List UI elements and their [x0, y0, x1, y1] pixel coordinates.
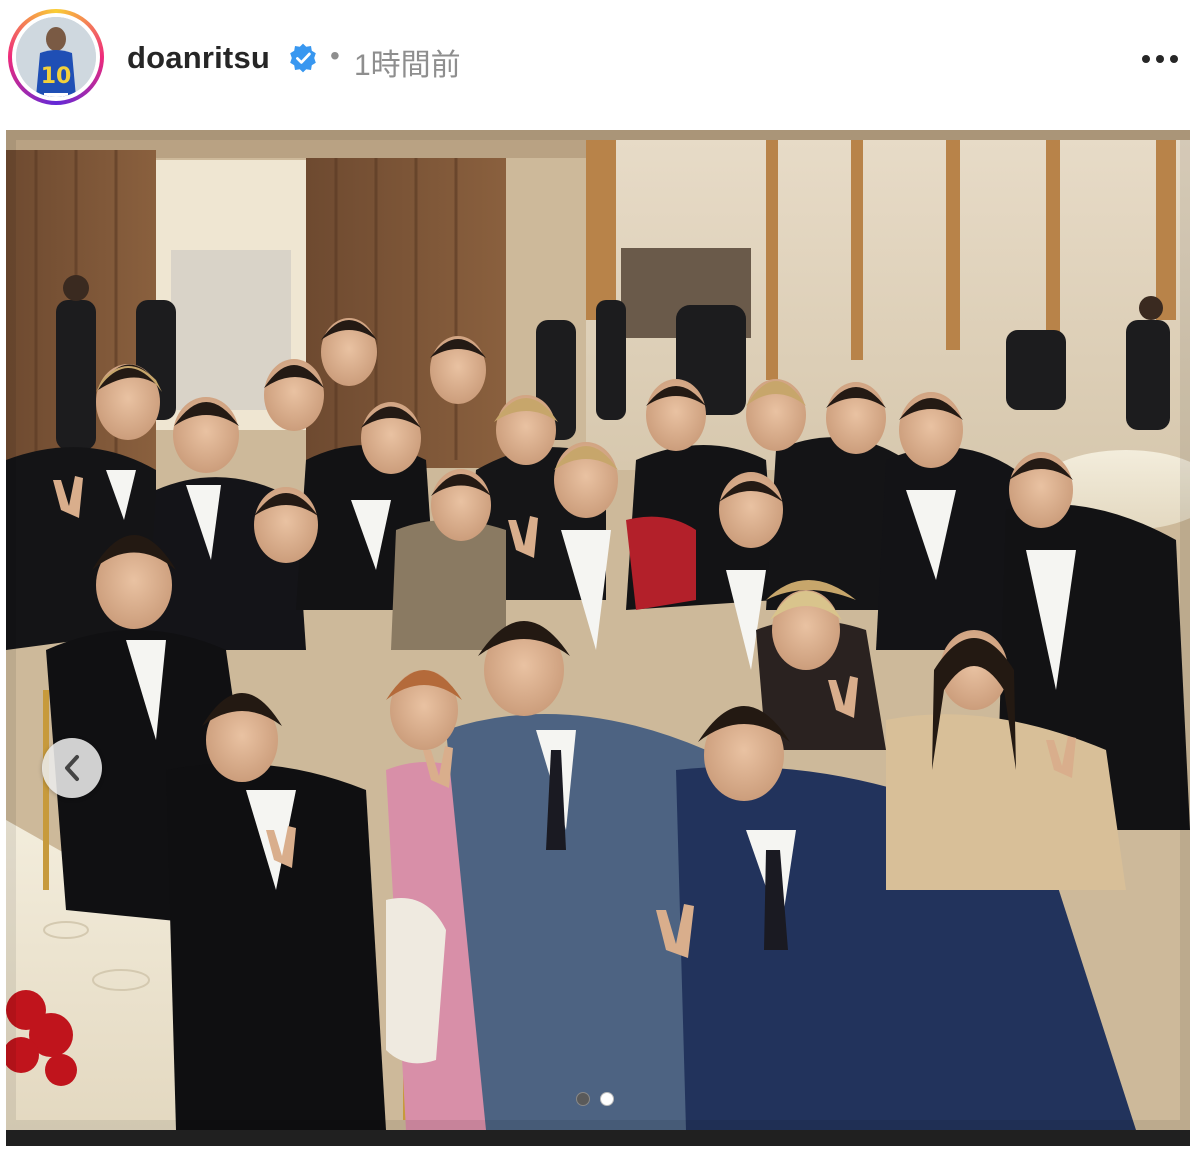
- verified-badge-icon: [290, 43, 316, 73]
- photo-bottom-bar: [6, 1130, 1190, 1146]
- carousel-dot-1[interactable]: [576, 1092, 590, 1106]
- group-photo-image: [6, 130, 1190, 1130]
- story-ring[interactable]: 10: [8, 9, 104, 105]
- avatar[interactable]: 10: [16, 17, 96, 97]
- svg-text:10: 10: [41, 64, 72, 89]
- carousel-dot-2[interactable]: [600, 1092, 614, 1106]
- separator-dot: •: [330, 40, 340, 71]
- avatar-image: 10: [16, 17, 96, 97]
- username[interactable]: doanritsu: [127, 40, 270, 76]
- chevron-left-icon: [65, 755, 79, 781]
- carousel-indicator: [576, 1092, 616, 1106]
- post-image-container[interactable]: [6, 130, 1190, 1146]
- carousel-prev-button[interactable]: [42, 738, 102, 798]
- post-timestamp[interactable]: 1時間前: [354, 40, 461, 84]
- more-options-button[interactable]: [1130, 44, 1190, 74]
- more-options-icon: [1142, 55, 1150, 63]
- post-header: 10 doanritsu • 1時間前: [0, 0, 1200, 122]
